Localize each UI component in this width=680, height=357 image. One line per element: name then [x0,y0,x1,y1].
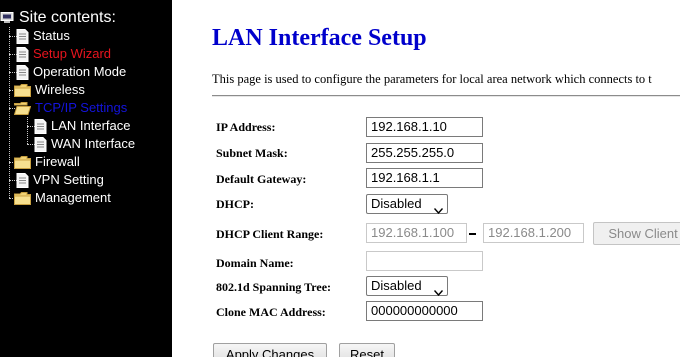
sidebar-item-management[interactable]: Management [14,189,111,207]
chevron-down-icon [433,201,444,215]
document-icon [16,172,29,188]
tree-root-label: Site contents: [19,9,116,26]
dhcp-range-end-input[interactable]: 192.168.1.200 [483,223,584,243]
sidebar-item-label[interactable]: WAN Interface [51,135,135,153]
page-title: LAN Interface Setup [212,25,427,51]
spanning-tree-selected-value: Disabled [371,278,422,293]
default-gateway-label: Default Gateway: [216,172,307,186]
computer-icon [0,12,14,24]
spanning-tree-select[interactable]: Disabled [366,276,448,297]
sidebar-item-status[interactable]: Status [16,27,70,45]
main-content: LAN Interface Setup This page is used to… [172,0,680,357]
open-folder-icon [14,101,31,115]
sidebar-item-vpn-setting[interactable]: VPN Setting [16,171,104,189]
sidebar-item-label[interactable]: Wireless [35,81,85,99]
sidebar-item-lan-interface[interactable]: LAN Interface [34,117,131,135]
dhcp-label: DHCP: [216,197,254,211]
domain-name-label: Domain Name: [216,256,294,270]
dhcp-select[interactable]: Disabled [366,194,448,215]
sidebar-item-setup-wizard[interactable]: Setup Wizard [16,45,111,63]
sidebar-item-label[interactable]: Status [33,27,70,45]
show-client-button[interactable]: Show Client [593,222,680,245]
dhcp-client-range-label: DHCP Client Range: [216,227,324,241]
dhcp-range-start-input[interactable]: 192.168.1.100 [366,223,467,243]
sidebar-item-wireless[interactable]: Wireless [14,81,85,99]
folder-icon [14,83,31,97]
domain-name-input[interactable] [366,251,483,271]
chevron-down-icon [433,283,444,297]
sidebar-item-label[interactable]: Management [35,189,111,207]
divider [212,95,680,97]
ip-address-input[interactable]: 192.168.1.10 [366,117,483,137]
default-gateway-input[interactable]: 192.168.1.1 [366,168,483,188]
sidebar-item-tcpip-settings[interactable]: TCP/IP Settings [14,99,127,117]
ip-address-label: IP Address: [216,120,276,134]
sidebar-item-label[interactable]: Setup Wizard [33,45,111,63]
apply-changes-button[interactable]: Apply Changes [213,343,327,357]
range-separator [469,233,476,235]
document-icon [16,64,29,80]
folder-icon [14,155,31,169]
sidebar: Site contents: Status Setup Wizard Opera… [0,0,172,357]
tree-connector [9,27,10,198]
clone-mac-label: Clone MAC Address: [216,305,326,319]
document-icon [34,118,47,134]
clone-mac-input[interactable]: 000000000000 [366,301,483,321]
document-icon [16,28,29,44]
sidebar-item-firewall[interactable]: Firewall [14,153,80,171]
dhcp-selected-value: Disabled [371,196,422,211]
reset-button[interactable]: Reset [339,343,395,357]
document-icon [16,46,29,62]
sidebar-item-wan-interface[interactable]: WAN Interface [34,135,135,153]
document-icon [34,136,47,152]
sidebar-item-label[interactable]: VPN Setting [33,171,104,189]
subnet-mask-label: Subnet Mask: [216,146,288,160]
subnet-mask-input[interactable]: 255.255.255.0 [366,143,483,163]
spanning-tree-label: 802.1d Spanning Tree: [216,280,332,294]
sidebar-item-operation-mode[interactable]: Operation Mode [16,63,126,81]
sidebar-item-label[interactable]: LAN Interface [51,117,131,135]
tree-connector [27,117,28,144]
tree-root: Site contents: [0,9,116,27]
folder-icon [14,191,31,205]
sidebar-item-label[interactable]: Firewall [35,153,80,171]
sidebar-item-label[interactable]: Operation Mode [33,63,126,81]
page-description: This page is used to configure the param… [212,72,652,86]
sidebar-item-label[interactable]: TCP/IP Settings [35,99,127,117]
